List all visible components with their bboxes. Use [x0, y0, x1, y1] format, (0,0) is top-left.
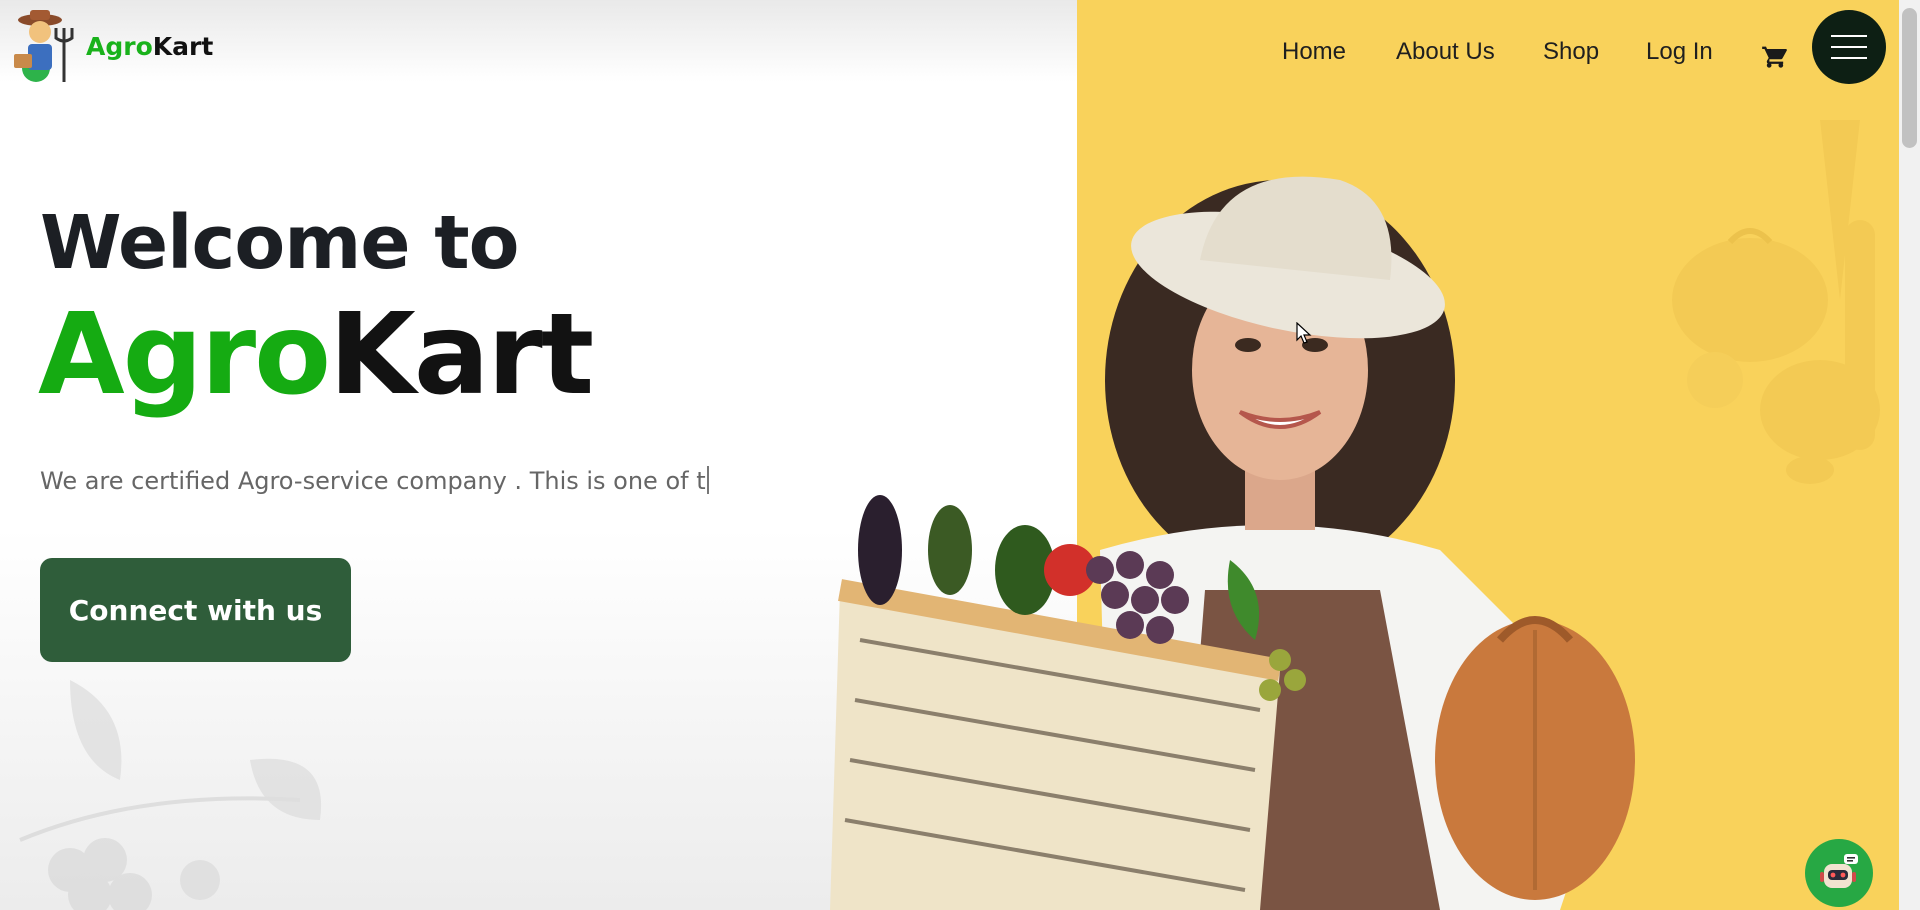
mouse-cursor-icon	[1296, 322, 1312, 344]
hamburger-menu-icon	[1831, 35, 1867, 37]
site-logo[interactable]: AgroKart	[6, 6, 213, 86]
cart-icon[interactable]	[1761, 42, 1789, 70]
nav-shop-link[interactable]: Shop	[1543, 38, 1599, 66]
hero-brand-heading: AgroKart	[38, 290, 594, 420]
hero-welcome-heading: Welcome to	[40, 200, 520, 286]
robot-chat-icon	[1820, 854, 1858, 888]
page: AgroKart Home About Us Shop Log In Welco…	[0, 0, 1899, 910]
farmer-logo-icon	[14, 10, 74, 82]
chatbot-button[interactable]	[1805, 839, 1873, 907]
logo-text: AgroKart	[86, 31, 214, 61]
nav-home-link[interactable]: Home	[1282, 38, 1346, 66]
decorative-leaves-image	[19, 680, 322, 910]
nav-login-link[interactable]: Log In	[1646, 38, 1713, 66]
scrollbar-thumb[interactable]	[1902, 8, 1917, 148]
hamburger-menu-button[interactable]	[1812, 10, 1886, 84]
nav-about-link[interactable]: About Us	[1396, 38, 1495, 66]
typing-caret	[706, 466, 709, 494]
farmer-woman-photo	[830, 176, 1635, 910]
hero-tagline: We are certified Agro-service company . …	[40, 466, 709, 495]
connect-with-us-button[interactable]: Connect with us	[40, 558, 351, 662]
